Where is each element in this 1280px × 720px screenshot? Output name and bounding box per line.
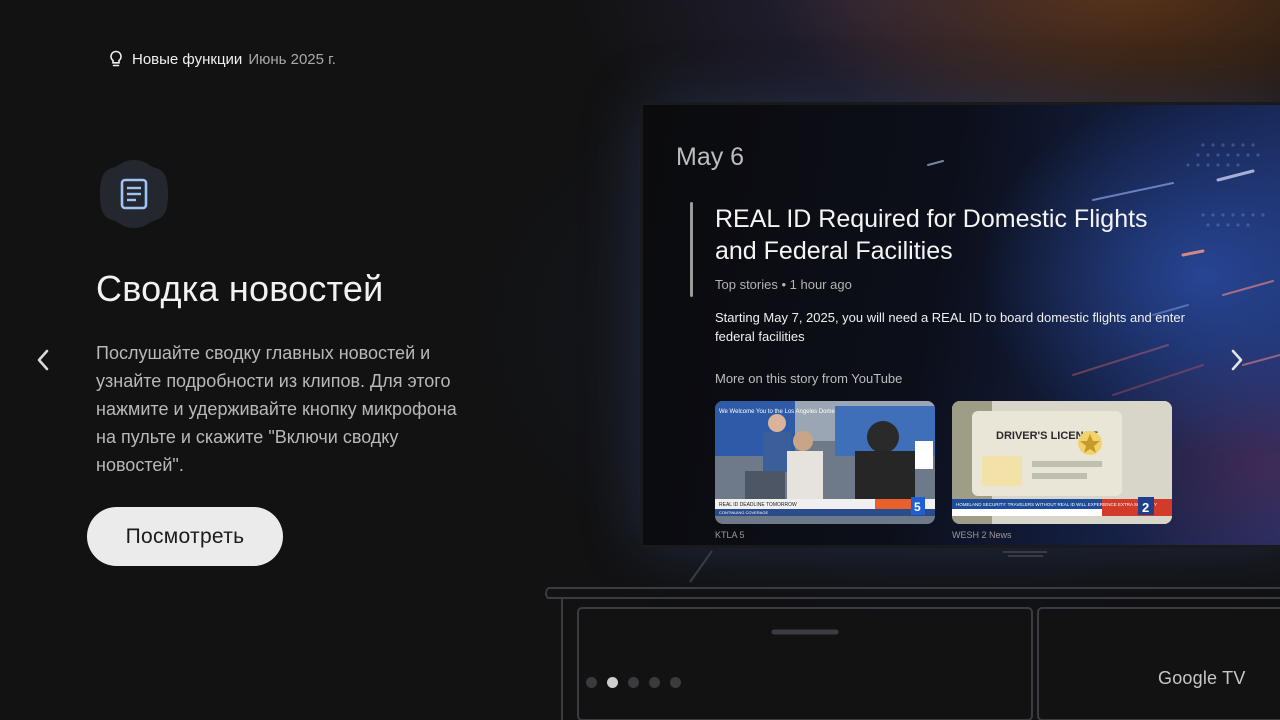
page-dot-active[interactable]	[607, 677, 618, 688]
page-dot[interactable]	[628, 677, 639, 688]
video-source-label: WESH 2 News	[952, 530, 1012, 540]
document-icon	[100, 160, 168, 228]
page-dot[interactable]	[670, 677, 681, 688]
tv-date: May 6	[676, 143, 745, 171]
page-dot[interactable]	[586, 677, 597, 688]
chevron-right-icon[interactable]	[1226, 346, 1248, 374]
channel-badge: 2	[1142, 500, 1149, 515]
video-thumbnail[interactable]: We Welcome You to the Los Angeles Domest…	[715, 401, 935, 524]
chevron-left-icon[interactable]	[32, 346, 54, 374]
video-thumbnail-image: DRIVER'S LICENSE HOMELAND SECURITY: TRAV…	[952, 401, 1172, 524]
whats-new-header: Новые функции Июнь 2025 г.	[108, 50, 336, 68]
video-thumbnail-image: We Welcome You to the Los Angeles Domest…	[715, 401, 935, 524]
ticker-subtext: CONTINUING COVERAGE	[719, 510, 768, 515]
story-title: REAL ID Required for Domestic Flights an…	[715, 205, 1148, 265]
tv-screen: May 6 REAL ID Required for Domestic Flig…	[643, 105, 1280, 545]
lightbulb-icon	[110, 50, 122, 67]
feature-description: Послушайте сводку главных новостей и узн…	[96, 343, 457, 475]
page-dot[interactable]	[649, 677, 660, 688]
video-source-label: KTLA 5	[715, 530, 745, 540]
story-meta: Top stories • 1 hour ago	[715, 277, 852, 292]
story-summary: Starting May 7, 2025, you will need a RE…	[715, 310, 1185, 344]
more-on-story-label: More on this story from YouTube	[715, 371, 903, 386]
page-indicator	[586, 677, 681, 688]
feature-title: Сводка новостей	[96, 268, 384, 309]
google-tv-logo: Google TV	[1158, 668, 1246, 688]
watch-button[interactable]: Посмотреть	[87, 507, 283, 566]
ticker-text: REAL ID DEADLINE TOMORROW	[719, 502, 797, 508]
story-accent-bar	[690, 202, 693, 297]
video-thumbnail[interactable]: DRIVER'S LICENSE HOMELAND SECURITY: TRAV…	[952, 401, 1172, 524]
whats-new-title: Новые функции	[132, 50, 243, 68]
channel-badge: 5	[914, 500, 921, 514]
whats-new-date: Июнь 2025 г.	[248, 50, 336, 68]
ticker-text: HOMELAND SECURITY: TRAVELERS WITHOUT REA…	[956, 502, 1157, 507]
